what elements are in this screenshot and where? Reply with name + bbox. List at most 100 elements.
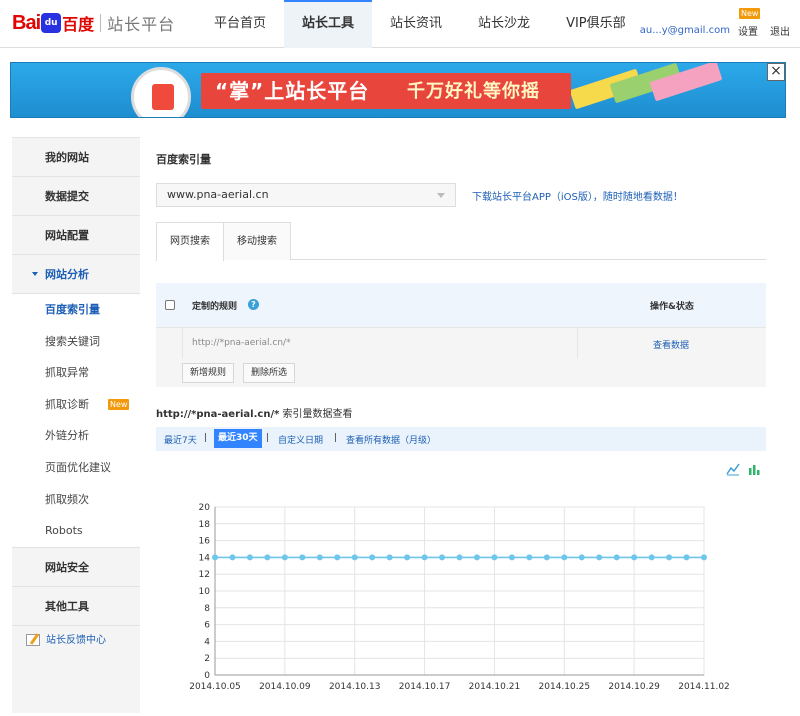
sidebar-subitem[interactable]: 抓取异常 — [12, 357, 140, 389]
banner-headline: “掌”上站长平台 — [215, 79, 370, 103]
promo-banner[interactable]: “掌”上站长平台 千万好礼等你摇 × — [10, 62, 786, 118]
data-point — [701, 554, 707, 561]
stat-title-suffix: 索引量数据查看 — [282, 409, 353, 420]
sidebar-item[interactable]: 网站配置 — [12, 216, 140, 255]
feedback-label: 站长反馈中心 — [46, 634, 106, 646]
x-tick-label: 2014.10.09 — [259, 682, 311, 692]
site-select-value: www.pna-aerial.cn — [167, 188, 269, 201]
date-range-option[interactable]: 最近7天 — [164, 433, 197, 446]
y-tick-label: 8 — [204, 604, 210, 614]
line-chart-icon[interactable] — [726, 462, 740, 476]
rules-actions: 新增规则 删除所选 — [156, 359, 766, 387]
bar-chart-icon[interactable] — [747, 462, 761, 476]
page-title: 百度索引量 — [156, 153, 211, 166]
sidebar-item[interactable]: 数据提交 — [12, 177, 140, 216]
sidebar-subitem-label: Robots — [45, 524, 83, 538]
nav-item[interactable]: 站长资讯 — [372, 0, 460, 48]
range-separator: | — [204, 433, 208, 443]
rules-header: 定制的规则 ? 操作&状态 — [156, 283, 766, 327]
logout-link[interactable]: 退出 — [770, 23, 790, 38]
y-tick-label: 12 — [199, 570, 210, 580]
nav-item[interactable]: 站长工具 — [284, 0, 373, 48]
help-icon[interactable]: ? — [248, 299, 259, 310]
sidebar-subitem[interactable]: Robots — [12, 515, 140, 547]
sidebar-item-site-analysis[interactable]: 网站分析 — [12, 255, 140, 294]
tab[interactable]: 移动搜索 — [223, 222, 291, 260]
data-point — [421, 554, 428, 561]
sidebar-item[interactable]: 其他工具 — [12, 586, 140, 626]
sidebar-item-label: 网站分析 — [45, 268, 89, 281]
data-point — [491, 554, 498, 561]
banner-close-icon[interactable]: × — [767, 63, 785, 81]
date-range-option[interactable]: 最近30天 — [214, 429, 262, 448]
x-tick-label: 2014.11.02 — [678, 682, 730, 692]
sidebar: 我的网站 数据提交 网站配置 网站分析 百度索引量搜索关键词抓取异常抓取诊断 New 外… — [12, 137, 140, 713]
logo-baidu-cn-text: 百度 — [62, 15, 95, 34]
sidebar-subitem[interactable]: 百度索引量 — [12, 294, 140, 326]
logo-paw-icon: du — [41, 13, 62, 33]
settings-label: 设置 — [738, 26, 758, 38]
data-point — [648, 554, 655, 561]
sidebar-subitem-label: 抓取频次 — [45, 492, 89, 506]
data-point — [473, 554, 480, 561]
view-data-link[interactable]: 查看数据 — [653, 338, 689, 351]
add-rule-button[interactable]: 新增规则 — [182, 363, 235, 383]
x-tick-label: 2014.10.05 — [189, 682, 241, 692]
new-badge: New — [108, 398, 130, 410]
data-point — [508, 554, 515, 561]
y-tick-label: 0 — [204, 671, 210, 681]
caret-down-icon — [32, 272, 38, 276]
y-tick-label: 16 — [199, 537, 211, 547]
nav-item[interactable]: 平台首页 — [196, 0, 284, 48]
index-stat-title: http://*pna-aerial.cn/* 索引量数据查看 — [156, 405, 353, 420]
custom-rules-table: 定制的规则 ? 操作&状态 http://*pna-aerial.cn/* 查看… — [156, 283, 766, 387]
sidebar-subitem[interactable]: 外链分析 — [12, 420, 140, 452]
delete-selected-button[interactable]: 删除所选 — [243, 363, 296, 383]
x-tick-label: 2014.10.17 — [399, 682, 451, 692]
user-email-link[interactable]: au...y@gmail.com — [640, 25, 730, 36]
data-point — [386, 554, 393, 561]
settings-link[interactable]: New 设置 — [738, 7, 761, 38]
sidebar-subitem-label: 搜索关键词 — [45, 334, 100, 348]
data-point — [404, 554, 411, 561]
x-tick-label: 2014.10.13 — [329, 682, 381, 692]
nav-item[interactable]: VIP俱乐部 — [548, 0, 644, 48]
sidebar-item[interactable]: 网站安全 — [12, 547, 140, 587]
date-range-option[interactable]: 自定义日期 — [278, 433, 323, 446]
site-select[interactable]: www.pna-aerial.cn — [156, 183, 456, 207]
baidu-logo[interactable]: Bai du 百度 站长平台 — [12, 10, 175, 36]
sidebar-subitem[interactable]: 抓取诊断 New — [12, 389, 140, 421]
rule-text: http://*pna-aerial.cn/* — [192, 338, 291, 348]
data-point — [246, 554, 253, 561]
date-range-option[interactable]: 查看所有数据（月级） — [346, 433, 436, 446]
select-all-checkbox[interactable] — [165, 300, 175, 310]
data-point — [351, 554, 358, 561]
x-tick-label: 2014.10.25 — [539, 682, 591, 692]
sidebar-subitem-label: 页面优化建议 — [45, 460, 111, 474]
chart-svg: 0 2 4 6 8 10 12 14 16 18 20 2014.10.05 2014.10.09 201… — [189, 503, 730, 692]
banner-phone-icon — [131, 67, 191, 117]
logo-divider — [100, 14, 102, 32]
feedback-center-link[interactable]: 站长反馈中心 — [12, 626, 140, 656]
sidebar-subitem[interactable]: 抓取频次 — [12, 484, 140, 516]
sidebar-subitem-label: 外链分析 — [45, 429, 89, 443]
rules-column-rule: 定制的规则 — [192, 302, 238, 312]
app-download-link[interactable]: 下载站长平台APP（iOS版），随时随地看数据！ — [472, 188, 683, 203]
data-point — [281, 554, 288, 561]
tab[interactable]: 网页搜索 — [156, 222, 224, 261]
data-point — [299, 554, 306, 561]
y-tick-label: 10 — [199, 587, 211, 597]
sidebar-subitem-label: 抓取诊断 — [45, 397, 89, 411]
sidebar-item[interactable]: 我的网站 — [12, 138, 140, 177]
y-tick-label: 18 — [199, 520, 211, 530]
nav-item[interactable]: 站长沙龙 — [460, 0, 548, 48]
top-navigation: Bai du 百度 站长平台 平台首页 站长工具 站长资讯 站长沙龙 VIP俱乐部 au… — [0, 0, 800, 48]
sidebar-subitem[interactable]: 页面优化建议 — [12, 452, 140, 484]
sidebar-subitem[interactable]: 搜索关键词 — [12, 326, 140, 358]
search-tabs: 网页搜索 移动搜索 — [156, 222, 766, 261]
y-tick-label: 4 — [204, 637, 210, 647]
data-point — [683, 554, 690, 561]
y-tick-label: 20 — [199, 503, 211, 513]
sidebar-subitem-label: 百度索引量 — [45, 303, 100, 316]
data-point — [613, 554, 620, 561]
